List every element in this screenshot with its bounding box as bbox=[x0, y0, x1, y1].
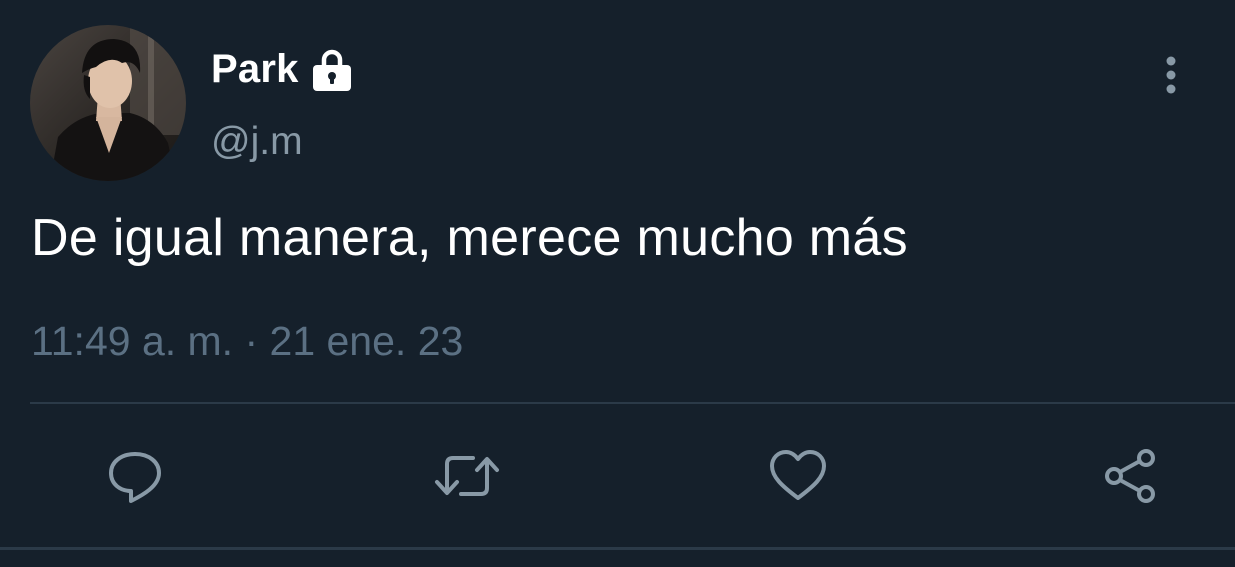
author-handle[interactable]: @j.m bbox=[211, 120, 303, 164]
divider bbox=[30, 402, 1235, 404]
avatar[interactable] bbox=[30, 25, 186, 181]
tweet-text: De igual manera, merece mucho más bbox=[31, 209, 908, 267]
share-button[interactable] bbox=[1094, 440, 1166, 512]
retweet-icon bbox=[435, 456, 499, 496]
share-icon bbox=[1105, 449, 1155, 503]
author-name-row: Park bbox=[211, 44, 355, 94]
avatar-image bbox=[30, 25, 186, 181]
like-icon bbox=[770, 450, 826, 500]
reply-icon bbox=[109, 452, 161, 503]
tweet-timestamp[interactable]: 11:49 a. m. · 21 ene. 23 bbox=[31, 318, 463, 365]
like-button[interactable] bbox=[762, 440, 834, 512]
author-display-name[interactable]: Park bbox=[211, 47, 299, 92]
action-bar bbox=[0, 440, 1235, 512]
divider bbox=[0, 547, 1235, 550]
more-vertical-icon[interactable] bbox=[1150, 52, 1192, 98]
reply-button[interactable] bbox=[99, 440, 171, 512]
lock-icon bbox=[309, 46, 355, 92]
tweet-card: Park @j.m De igual manera, merece mucho … bbox=[0, 0, 1235, 567]
retweet-button[interactable] bbox=[431, 440, 503, 512]
